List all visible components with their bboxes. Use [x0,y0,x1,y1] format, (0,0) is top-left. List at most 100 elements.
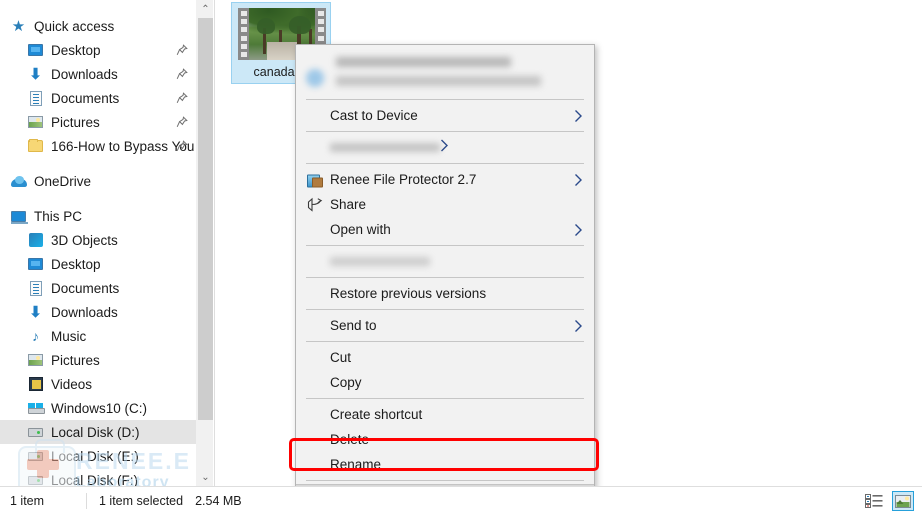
sidebar-item-videos[interactable]: Videos [0,372,196,396]
context-menu-item-renee-file-protector[interactable]: Renee File Protector 2.7 [296,167,594,192]
folder-icon [27,138,44,155]
no-icon [306,107,323,124]
filmstrip-left [238,8,249,60]
sidebar-label: Videos [51,377,92,392]
no-icon [306,349,323,366]
scroll-up-arrow-icon[interactable]: ⌃ [197,0,214,18]
status-item-count: 1 item [0,494,86,508]
menu-item-label: Send to [330,318,377,333]
menu-item-label: Renee File Protector 2.7 [330,172,476,187]
menu-separator [306,309,584,310]
context-menu-item-copy[interactable]: Copy [296,370,594,395]
computer-icon [10,208,27,225]
menu-item-label: Cast to Device [330,108,418,123]
context-menu-item-rename[interactable]: Rename [296,452,594,477]
sidebar-item-166-how-to-bypass-you[interactable]: 166-How to Bypass You [0,134,196,158]
no-icon [306,374,323,391]
sidebar-label: 3D Objects [51,233,118,248]
blurred-icon [306,69,324,87]
picture-icon [27,352,44,369]
menu-item-label: Create shortcut [330,407,422,422]
no-icon [306,456,323,473]
3d-objects-icon [27,232,44,249]
no-icon [306,221,323,238]
view-mode-buttons[interactable] [863,491,914,511]
sidebar-label: Documents [51,281,119,296]
scrollbar-thumb[interactable] [198,18,213,420]
chevron-right-icon [574,223,583,236]
context-menu-item-cast-to-device[interactable]: Cast to Device [296,103,594,128]
sidebar-item-local-disk-f[interactable]: Local Disk (F:) [0,468,196,486]
menu-item-label: Copy [330,375,362,390]
sidebar-label: This PC [34,209,82,224]
sidebar-item-windows10-c[interactable]: Windows10 (C:) [0,396,196,420]
status-size: 2.54 MB [183,494,242,508]
context-menu-item-create-shortcut[interactable]: Create shortcut [296,402,594,427]
pin-star-icon: ★ [10,18,27,35]
menu-separator [306,131,584,132]
context-menu-item-blurred-second[interactable] [296,135,594,160]
menu-separator [306,163,584,164]
menu-item-label: Delete [330,432,369,447]
context-menu-item-delete[interactable]: Delete [296,427,594,452]
context-menu-item-open-with[interactable]: Open with [296,217,594,242]
no-icon [306,317,323,334]
sidebar-group-onedrive[interactable]: OneDrive [0,169,196,193]
context-menu-item-blurred-top[interactable] [296,47,594,96]
chevron-right-icon [574,173,583,186]
blurred-text-line [330,143,440,152]
context-menu-item-share[interactable]: Share [296,192,594,217]
sidebar-label: Windows10 (C:) [51,401,147,416]
status-selection: 1 item selected [87,494,183,508]
sidebar-item-downloads-pc[interactable]: ⬇ Downloads [0,300,196,324]
sidebar-label: OneDrive [34,174,91,189]
sidebar-item-pictures[interactable]: Pictures [0,110,196,134]
sidebar-item-documents-pc[interactable]: Documents [0,276,196,300]
menu-separator [306,398,584,399]
sidebar-item-desktop[interactable]: Desktop [0,38,196,62]
pin-icon [176,68,188,80]
sidebar-item-downloads[interactable]: ⬇ Downloads [0,62,196,86]
sidebar-label: Local Disk (E:) [51,449,139,464]
blurred-text-line [336,76,541,86]
monitor-icon [27,256,44,273]
menu-item-label: Restore previous versions [330,286,486,301]
sidebar-group-this-pc[interactable]: This PC [0,204,196,228]
scroll-down-arrow-icon[interactable]: ⌄ [197,468,214,486]
sidebar-item-music[interactable]: ♪ Music [0,324,196,348]
sidebar-label: Downloads [51,67,118,82]
sidebar-group-quick-access[interactable]: ★ Quick access [0,14,196,38]
sidebar-item-3d-objects[interactable]: 3D Objects [0,228,196,252]
menu-separator [306,480,584,481]
sidebar-label: Local Disk (D:) [51,425,140,440]
context-menu-item-send-to[interactable]: Send to [296,313,594,338]
menu-item-label: Rename [330,457,381,472]
picture-icon [27,114,44,131]
share-icon [306,196,323,213]
context-menu-item-blurred-third[interactable] [296,249,594,274]
sidebar-label: Local Disk (F:) [51,473,138,487]
sidebar-item-documents[interactable]: Documents [0,86,196,110]
sidebar-item-desktop-pc[interactable]: Desktop [0,252,196,276]
menu-separator [306,277,584,278]
context-menu-item-restore-previous-versions[interactable]: Restore previous versions [296,281,594,306]
menu-separator [306,99,584,100]
context-menu-item-cut[interactable]: Cut [296,345,594,370]
context-menu[interactable]: Cast to Device Renee File Protector 2.7 [295,44,595,512]
sidebar-item-pictures-pc[interactable]: Pictures [0,348,196,372]
spacer [0,193,196,204]
pin-icon [176,92,188,104]
video-icon [27,376,44,393]
blurred-text-line [336,57,511,67]
cloud-icon [10,173,27,190]
large-icons-view-button[interactable] [892,491,914,511]
navigation-pane-scrollbar[interactable]: ⌃ ⌄ [196,0,213,486]
details-view-button[interactable] [863,491,885,511]
sidebar-item-local-disk-e[interactable]: Local Disk (E:) [0,444,196,468]
sidebar-label: Desktop [51,257,101,272]
chevron-right-icon [574,319,583,332]
no-icon [306,285,323,302]
blurred-text-line [330,257,430,266]
sidebar-item-local-disk-d[interactable]: Local Disk (D:) [0,420,196,444]
status-bar: 1 item 1 item selected 2.54 MB [0,486,922,514]
